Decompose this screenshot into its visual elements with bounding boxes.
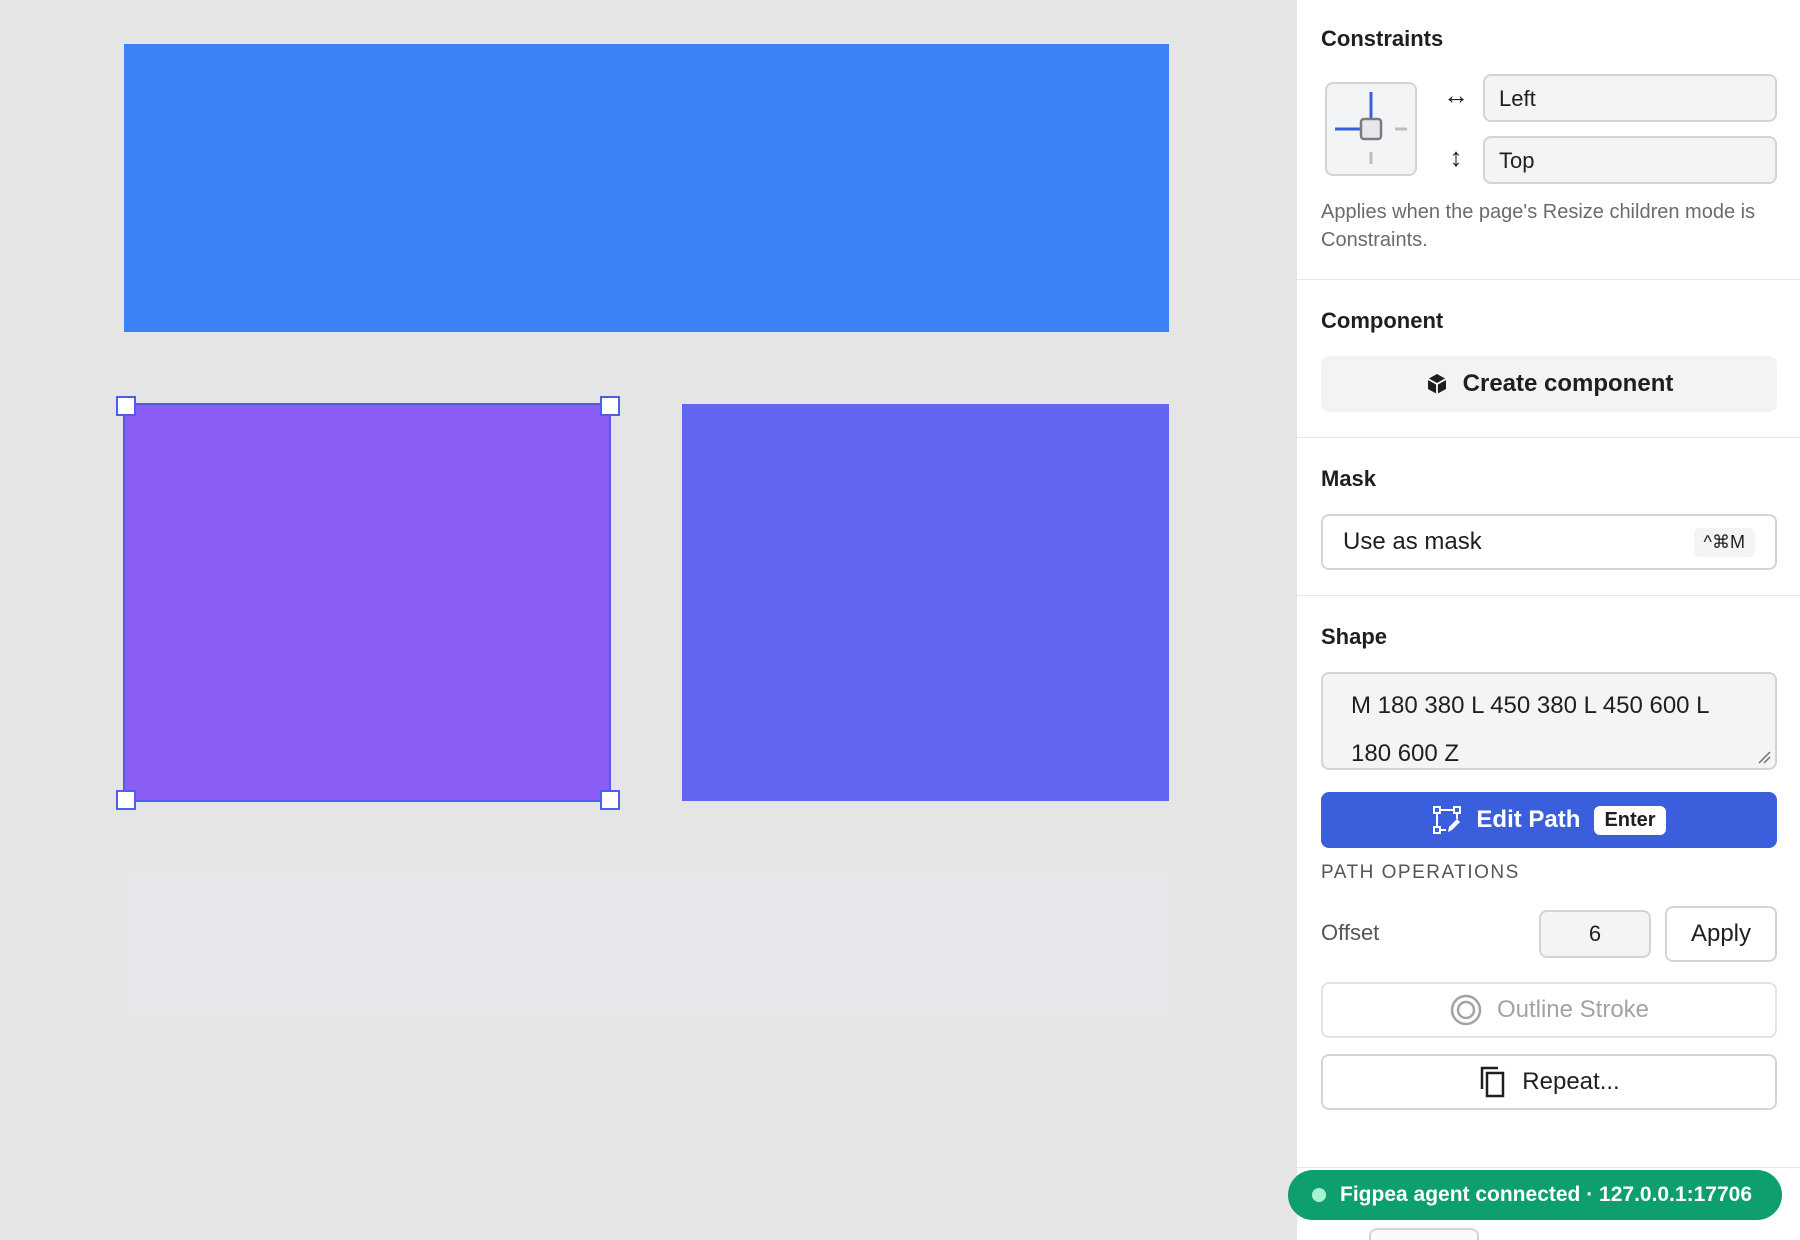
edit-path-shortcut: Enter bbox=[1594, 805, 1666, 835]
outline-stroke-label: Outline Stroke bbox=[1496, 996, 1650, 1023]
path-operations-heading: PATH OPERATIONS bbox=[1321, 862, 1520, 883]
mask-section: Mask Use as mask ^⌘M bbox=[1297, 438, 1800, 596]
path-data-textarea[interactable]: M 180 380 L 450 380 L 450 600 L 180 600 … bbox=[1321, 672, 1777, 770]
purple-rectangle[interactable] bbox=[123, 403, 611, 802]
create-component-label: Create component bbox=[1462, 370, 1674, 397]
app-root: Constraints ↔ Left ↕ Top Applies when th… bbox=[0, 0, 1800, 1240]
repeat-button[interactable]: Repeat... bbox=[1321, 1054, 1777, 1110]
outline-stroke-icon bbox=[1450, 994, 1482, 1026]
mask-shortcut: ^⌘M bbox=[1693, 527, 1755, 557]
blue-rectangle[interactable] bbox=[124, 44, 1169, 332]
selection-handle-top-right[interactable] bbox=[600, 396, 620, 416]
selection-handle-bottom-left[interactable] bbox=[116, 790, 136, 810]
component-cube-icon bbox=[1427, 374, 1447, 394]
horizontal-arrows-icon: ↔ bbox=[1443, 80, 1469, 110]
constraint-widget[interactable] bbox=[1325, 82, 1417, 176]
vertical-constraint-select[interactable]: Top bbox=[1483, 136, 1777, 184]
selection-handle-top-left[interactable] bbox=[116, 396, 136, 416]
shape-section: Shape M 180 380 L 450 380 L 450 600 L 18… bbox=[1297, 596, 1800, 1168]
vertical-arrows-icon: ↕ bbox=[1449, 142, 1463, 172]
copy-icon bbox=[1481, 1066, 1505, 1098]
apply-offset-button[interactable]: Apply bbox=[1665, 906, 1777, 962]
constraints-title: Constraints bbox=[1321, 26, 1444, 51]
agent-status-text: Figpea agent connected · 127.0.0.1:17706 bbox=[1340, 1183, 1753, 1206]
status-dot-icon bbox=[1312, 1188, 1326, 1202]
use-as-mask-button[interactable]: Use as mask ^⌘M bbox=[1321, 514, 1777, 570]
repeat-label: Repeat... bbox=[1522, 1068, 1620, 1095]
shape-title: Shape bbox=[1321, 624, 1388, 649]
path-data-value: M 180 380 L 450 380 L 450 600 L 180 600 … bbox=[1351, 692, 1709, 767]
indigo-rectangle[interactable] bbox=[682, 404, 1169, 801]
resize-grip-icon[interactable] bbox=[1757, 750, 1771, 764]
outline-stroke-button[interactable]: Outline Stroke bbox=[1321, 982, 1777, 1038]
component-title: Component bbox=[1321, 308, 1444, 333]
mask-title: Mask bbox=[1321, 466, 1377, 491]
edit-path-icon bbox=[1433, 806, 1462, 834]
partial-control[interactable] bbox=[1369, 1228, 1479, 1240]
component-section: Component Create component bbox=[1297, 280, 1800, 438]
horizontal-constraint-select[interactable]: Left bbox=[1483, 74, 1777, 122]
offset-label: Offset bbox=[1321, 920, 1380, 945]
edit-path-label: Edit Path bbox=[1476, 806, 1581, 833]
constraints-section: Constraints ↔ Left ↕ Top Applies when th… bbox=[1297, 0, 1800, 280]
offset-input[interactable]: 6 bbox=[1539, 910, 1651, 958]
use-as-mask-label: Use as mask bbox=[1343, 528, 1482, 555]
edit-path-button[interactable]: Edit Path Enter bbox=[1321, 792, 1777, 848]
design-canvas[interactable] bbox=[0, 0, 1296, 1240]
light-rectangle[interactable] bbox=[124, 872, 1169, 1016]
selection-handle-bottom-right[interactable] bbox=[600, 790, 620, 810]
constraints-hint: Applies when the page's Resize children … bbox=[1321, 201, 1756, 251]
constraint-diagram-icon bbox=[1335, 92, 1407, 164]
create-component-button[interactable]: Create component bbox=[1321, 356, 1777, 412]
properties-panel: Constraints ↔ Left ↕ Top Applies when th… bbox=[1296, 0, 1800, 1240]
agent-status-toast: Figpea agent connected · 127.0.0.1:17706 bbox=[1288, 1170, 1782, 1220]
